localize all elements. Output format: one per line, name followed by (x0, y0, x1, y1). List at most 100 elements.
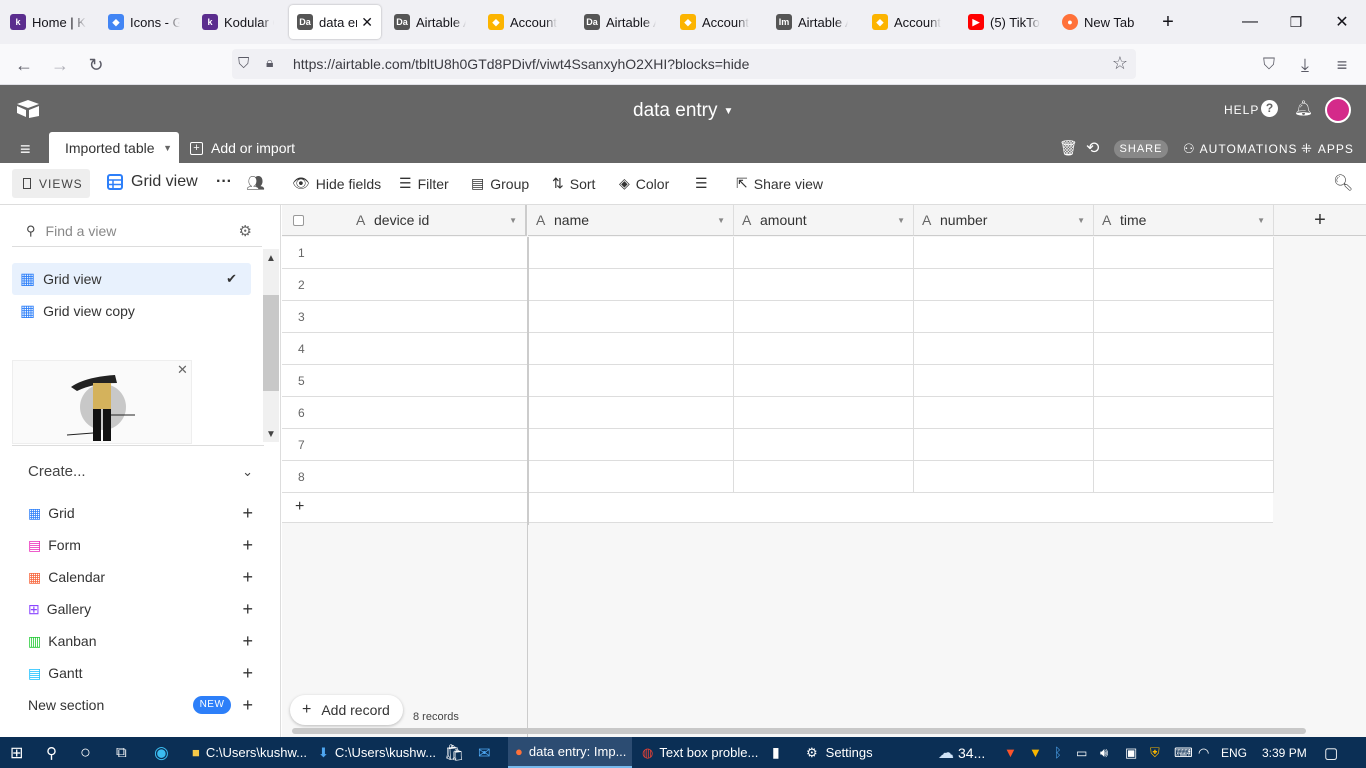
clock[interactable]: 3:39 PM (1262, 737, 1307, 768)
battery-icon[interactable]: ▭ (1076, 737, 1087, 768)
volume-icon[interactable]: 🔊︎ (1100, 737, 1108, 768)
browser-tab[interactable]: ▶ (5) TikTok (960, 5, 1048, 39)
plus-icon[interactable]: + (242, 631, 253, 652)
share-view-button[interactable]: ⇱ Share view (736, 175, 823, 192)
keyboard-icon[interactable]: ⌨ (1174, 737, 1193, 768)
plus-icon[interactable]: + (242, 535, 253, 556)
weather-widget[interactable]: ☁ 34... (938, 737, 985, 768)
table-row[interactable]: 2 (282, 269, 1274, 301)
mail-icon[interactable]: ✉ (478, 737, 491, 768)
vivaldi-icon[interactable]: ▼ (1004, 737, 1017, 768)
search-icon[interactable]: 🔍︎ (1333, 173, 1353, 193)
minimize-icon[interactable]: — (1238, 10, 1262, 34)
table-row[interactable]: 7 (282, 429, 1274, 461)
pocket-icon[interactable]: ⛉ (1256, 52, 1282, 78)
caret-down-icon[interactable]: ▼ (1257, 216, 1265, 225)
table-row[interactable]: 8 (282, 461, 1274, 493)
table-row[interactable]: 5 (282, 365, 1274, 397)
view-name-button[interactable]: Grid view (107, 173, 198, 191)
collaborators-icon[interactable]: 👥︎ (246, 174, 265, 192)
create-view-header[interactable]: Create... ⌄ (28, 463, 253, 480)
column-header-time[interactable]: A time ▼ (1094, 205, 1274, 236)
close-tab-icon[interactable]: ✕ (361, 14, 373, 31)
reload-icon[interactable]: ↻ (83, 52, 109, 78)
tray-app-icon[interactable]: ▼ (1029, 737, 1042, 768)
browser-tab[interactable]: ◆ Account (480, 5, 568, 39)
filter-button[interactable]: ☰ Filter (399, 175, 449, 192)
browser-tab[interactable]: ◆ Account (864, 5, 952, 39)
hide-fields-button[interactable]: 👁︎ Hide fields (292, 175, 381, 192)
bookmark-star-icon[interactable]: ☆ (1112, 53, 1128, 74)
caret-down-icon[interactable]: ▼ (897, 216, 905, 225)
close-icon[interactable]: ✕ (177, 362, 188, 378)
bluetooth-icon[interactable]: ᛒ (1054, 737, 1062, 768)
taskbar-app-firefox[interactable]: ● data entry: Imp... (508, 737, 632, 768)
horizontal-scrollbar[interactable] (292, 728, 1306, 734)
create-kanban-button[interactable]: ▥ Kanban + (28, 627, 253, 655)
task-view-icon[interactable]: ⧉ (116, 737, 127, 768)
scrollbar-thumb[interactable] (263, 295, 279, 391)
forward-icon[interactable]: → (47, 52, 73, 78)
airtable-logo-icon[interactable] (16, 99, 40, 119)
edge-icon[interactable]: ◉ (154, 737, 169, 768)
view-item-grid-view-copy[interactable]: ▦ Grid view copy (12, 295, 251, 327)
taskbar-app-chrome[interactable]: ◍ Text box proble... (636, 737, 762, 768)
new-section-button[interactable]: New section NEW + (28, 691, 253, 719)
avatar[interactable] (1325, 97, 1351, 123)
view-item-grid-view[interactable]: ▦ Grid view ✔ (12, 263, 251, 295)
table-row[interactable]: 3 (282, 301, 1274, 333)
gear-icon[interactable]: ⚙︎ (239, 222, 252, 240)
caret-down-icon[interactable]: ▼ (163, 143, 172, 153)
apps-button[interactable]: ⁜ APPS (1301, 141, 1354, 157)
create-gallery-button[interactable]: ⊞ Gallery + (28, 595, 253, 623)
column-header-name[interactable]: A name ▼ (528, 205, 734, 236)
caret-down-icon[interactable]: ▼ (717, 216, 725, 225)
usb-icon[interactable]: ▮ (772, 737, 780, 768)
more-options-icon[interactable]: ··· (216, 173, 232, 191)
browser-tab[interactable]: Im Airtable A (768, 5, 856, 39)
tab-imported-table[interactable]: Imported table ▼ (49, 132, 179, 163)
taskbar-app-explorer[interactable]: ■ C:\Users\kushw... (186, 737, 308, 768)
menu-icon[interactable]: ≡ (1329, 52, 1355, 78)
browser-tab[interactable]: Da Airtable A (576, 5, 664, 39)
color-button[interactable]: ◈ Color (619, 175, 669, 192)
device-icon[interactable]: ▣ (1125, 737, 1137, 768)
select-all-checkbox[interactable] (293, 214, 304, 226)
browser-tab[interactable]: ◆ Icons - Go (100, 5, 188, 39)
group-button[interactable]: ▤ Group (471, 175, 529, 192)
browser-tab[interactable]: ◆ Account (672, 5, 760, 39)
downloads-icon[interactable]: ⤓ (1292, 52, 1318, 78)
chevron-up-icon[interactable]: ▲ (266, 253, 276, 264)
table-row[interactable]: 1 (282, 237, 1274, 269)
taskbar-app-settings[interactable]: ⚙︎ Settings (800, 737, 892, 768)
share-button[interactable]: SHARE (1114, 140, 1168, 158)
hamburger-icon[interactable]: ≡ (20, 139, 31, 160)
browser-tab-active[interactable]: Da data en ✕ (289, 5, 381, 39)
browser-tab[interactable]: k Home | Ko (2, 5, 94, 39)
find-view-field[interactable]: ⚲ Find a view ⚙︎ (12, 215, 262, 247)
browser-tab[interactable]: Da Airtable A (386, 5, 474, 39)
new-tab-icon[interactable]: + (1156, 10, 1180, 34)
wifi-icon[interactable]: ◠ (1198, 737, 1209, 768)
bell-icon[interactable]: 🔔︎ (1294, 99, 1313, 117)
cortana-icon[interactable]: ○ (80, 737, 91, 768)
browser-tab[interactable]: k Kodular C (194, 5, 282, 39)
row-height-button[interactable]: ☰ (695, 175, 708, 192)
create-grid-button[interactable]: ▦ Grid + (28, 499, 253, 527)
add-field-button[interactable]: + (1274, 205, 1366, 236)
restore-icon[interactable]: ❐ (1284, 10, 1308, 34)
taskbar-app-downloads[interactable]: ⬇ C:\Users\kushw... (312, 737, 436, 768)
column-header-number[interactable]: A number ▼ (914, 205, 1094, 236)
views-scrollbar[interactable]: ▲ ▼ (263, 249, 279, 442)
history-icon[interactable]: ⟲ (1086, 138, 1099, 158)
plus-icon[interactable]: + (242, 567, 253, 588)
caret-down-icon[interactable]: ▼ (1077, 216, 1085, 225)
views-toggle-button[interactable]: VIEWS (12, 169, 90, 198)
chevron-down-icon[interactable]: ⌄ (242, 464, 253, 480)
column-header-device-id[interactable]: A device id ▼ (282, 205, 527, 236)
add-or-import-button[interactable]: + Add or import (190, 140, 295, 156)
table-row[interactable]: 4 (282, 333, 1274, 365)
help-icon[interactable]: ? (1261, 100, 1278, 117)
trash-icon[interactable]: 🗑︎ (1059, 139, 1078, 157)
plus-icon[interactable]: + (242, 599, 253, 620)
